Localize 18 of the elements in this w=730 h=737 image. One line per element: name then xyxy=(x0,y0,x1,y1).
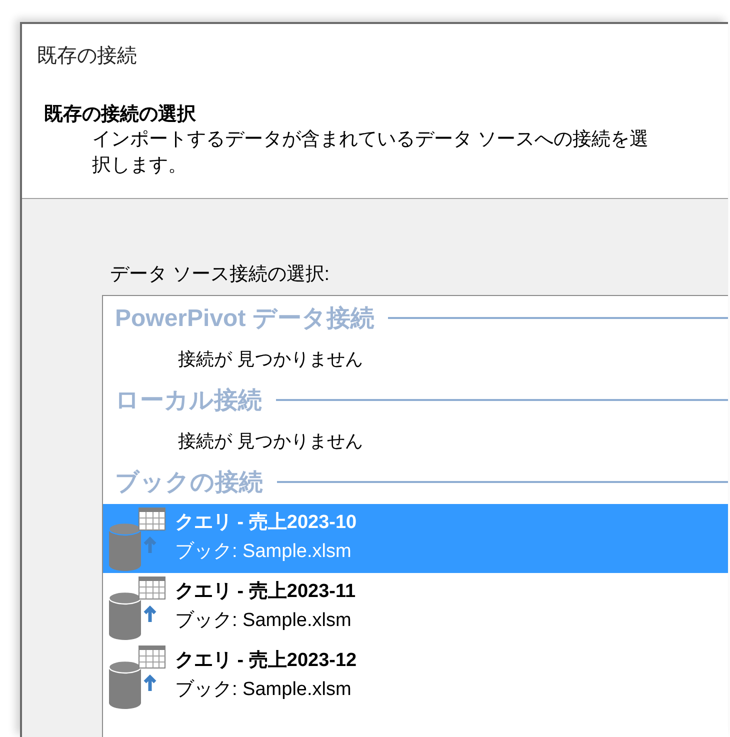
empty-message: 接続が 見つかりません xyxy=(177,348,364,371)
group-heading: ローカル接続 xyxy=(115,386,262,416)
header-title: 既存の接続の選択 xyxy=(44,102,197,127)
connection-source: ブック: Sample.xlsm xyxy=(175,540,352,564)
connection-item[interactable]: クエリ - 売上2023-11 ブック: Sample.xlsm xyxy=(103,573,728,642)
connection-name: クエリ - 売上2023-11 xyxy=(175,580,356,604)
group-heading: ブックの接続 xyxy=(115,468,263,498)
window-title: 既存の接続 xyxy=(37,44,137,68)
header-description: インポートするデータが含まれているデータ ソースへの接続を選択します。 xyxy=(92,128,650,178)
empty-message: 接続が 見つかりません xyxy=(177,430,364,453)
connection-source: ブック: Sample.xlsm xyxy=(175,678,352,702)
connection-name: クエリ - 売上2023-12 xyxy=(175,649,357,673)
connection-source: ブック: Sample.xlsm xyxy=(175,609,352,633)
connection-name: クエリ - 売上2023-10 xyxy=(175,511,357,535)
list-label: データ ソース接続の選択: xyxy=(110,263,331,287)
group-heading: PowerPivot データ接続 xyxy=(115,304,374,334)
connection-item[interactable]: クエリ - 売上2023-12 ブック: Sample.xlsm xyxy=(103,642,728,711)
connection-list[interactable]: PowerPivot データ接続 接続が 見つかりません ローカル接続 接続が 見つかりません ブックの接続 クエリ - 売上2023-10 ブック: Sample.xlsm クエリ - 売上2023-11 ブック: Sample.xlsm クエリ - 売上2023-12 ブック: Sample.xlsm xyxy=(102,295,728,737)
